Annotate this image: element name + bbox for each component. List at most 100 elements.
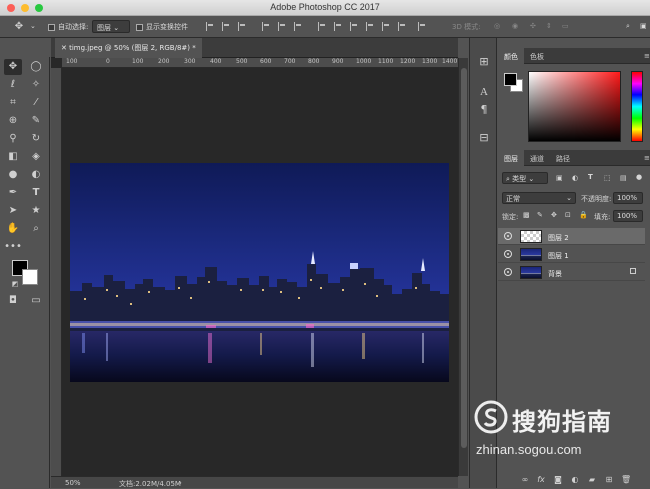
visibility-eye-icon[interactable] bbox=[504, 268, 512, 276]
lock-position-icon[interactable]: ✥ bbox=[551, 211, 557, 219]
ruler-top[interactable]: 100 0 100 200 300 400 500 600 700 800 90… bbox=[62, 58, 458, 68]
paragraph-panel-icon[interactable]: ¶ bbox=[476, 102, 492, 118]
fx-icon[interactable]: fx bbox=[536, 475, 546, 485]
layer-row[interactable]: 图层 2 bbox=[498, 228, 645, 245]
auto-align-icon[interactable] bbox=[418, 22, 426, 31]
filter-pixel-icon[interactable]: ▣ bbox=[556, 174, 563, 182]
3d-rotate-icon[interactable]: ◎ bbox=[494, 22, 500, 30]
magic-wand-icon[interactable]: ✧ bbox=[27, 77, 45, 93]
tab-color[interactable]: 颜色 bbox=[498, 48, 524, 64]
distribute-top-icon[interactable] bbox=[318, 22, 326, 31]
document-tab[interactable]: ✕ timg.jpeg @ 50% (图层 2, RGB/8#) * bbox=[55, 38, 202, 58]
history-brush-icon[interactable]: ↻ bbox=[27, 131, 45, 147]
lock-transparent-icon[interactable]: ▩ bbox=[523, 211, 530, 219]
distribute-hcenter-icon[interactable] bbox=[382, 22, 390, 31]
distribute-vcenter-icon[interactable] bbox=[334, 22, 342, 31]
default-colors-icon[interactable]: ◩ bbox=[6, 276, 24, 292]
auto-select-checkbox[interactable]: 自动选择: bbox=[48, 22, 88, 32]
align-hcenter-icon[interactable] bbox=[278, 22, 286, 31]
show-transform-checkbox[interactable]: 显示变换控件 bbox=[136, 22, 188, 32]
ruler-left[interactable] bbox=[51, 68, 62, 476]
more-icon[interactable]: ••• bbox=[4, 239, 22, 255]
layer-row[interactable]: 图层 1 bbox=[498, 246, 645, 263]
zoom-icon[interactable]: ⌕ bbox=[27, 221, 45, 237]
zoom-level[interactable]: 50% bbox=[65, 479, 81, 487]
panel-foreground-swatch[interactable] bbox=[504, 73, 517, 86]
mask-icon[interactable]: ◙ bbox=[553, 475, 563, 485]
lock-pixels-icon[interactable]: ✎ bbox=[537, 211, 543, 219]
filter-shape-icon[interactable]: ⬚ bbox=[604, 174, 611, 182]
dodge-icon[interactable]: ◐ bbox=[27, 167, 45, 183]
preset-chevron-icon[interactable]: ⌄ bbox=[30, 22, 36, 30]
type-icon[interactable]: T bbox=[27, 185, 45, 201]
distribute-left-icon[interactable] bbox=[366, 22, 374, 31]
trash-icon[interactable]: 🗑 bbox=[621, 475, 631, 485]
search-icon[interactable]: ⌕ bbox=[626, 22, 630, 31]
3d-scale-icon[interactable]: ▭ bbox=[562, 22, 569, 30]
eraser-icon[interactable]: ◧ bbox=[4, 149, 22, 165]
color-picker-field[interactable] bbox=[528, 71, 621, 142]
pen-icon[interactable]: ✒ bbox=[4, 185, 22, 201]
tab-swatches[interactable]: 色板 bbox=[524, 48, 550, 64]
blend-mode-dropdown[interactable]: 正常 ⌄ bbox=[502, 192, 576, 204]
move-tool-preset-icon[interactable]: ✥ bbox=[10, 19, 28, 35]
layer-row[interactable]: 背景 bbox=[498, 264, 645, 281]
distribute-right-icon[interactable] bbox=[398, 22, 406, 31]
align-top-icon[interactable] bbox=[206, 22, 214, 31]
align-bottom-icon[interactable] bbox=[238, 22, 246, 31]
lasso-icon[interactable]: ℓ bbox=[4, 77, 22, 93]
shape-icon[interactable]: ★ bbox=[27, 203, 45, 219]
blur-icon[interactable]: ● bbox=[4, 167, 22, 183]
filter-smart-icon[interactable]: ▤ bbox=[620, 174, 627, 182]
canvas-image[interactable] bbox=[70, 163, 449, 382]
tab-paths[interactable]: 路径 bbox=[550, 150, 576, 166]
healing-icon[interactable]: ⊕ bbox=[4, 113, 22, 129]
layer-name[interactable]: 背景 bbox=[548, 269, 562, 279]
layer-filter-dropdown[interactable]: ⌕ 类型 ⌄ bbox=[502, 172, 548, 184]
fill-input[interactable]: 100% bbox=[613, 210, 643, 222]
panel-menu-icon[interactable]: ≡ bbox=[638, 48, 650, 64]
status-menu-chevron-icon[interactable]: › bbox=[179, 479, 182, 487]
background-color-swatch[interactable] bbox=[22, 269, 38, 285]
screen-mode-icon[interactable]: ▭ bbox=[27, 293, 45, 309]
stamp-icon[interactable]: ⚲ bbox=[4, 131, 22, 147]
character-panel-icon[interactable]: A bbox=[476, 84, 492, 100]
align-right-icon[interactable] bbox=[294, 22, 302, 31]
distribute-bottom-icon[interactable] bbox=[350, 22, 358, 31]
lock-artboard-icon[interactable]: ⊡ bbox=[565, 211, 571, 219]
auto-select-dropdown[interactable]: 图层 ⌄ bbox=[92, 20, 130, 33]
align-left-icon[interactable] bbox=[262, 22, 270, 31]
path-select-icon[interactable]: ➤ bbox=[4, 203, 22, 219]
visibility-eye-icon[interactable] bbox=[504, 232, 512, 240]
hand-icon[interactable]: ✋ bbox=[4, 221, 22, 237]
filter-type-icon[interactable]: T bbox=[588, 173, 593, 181]
marquee-icon[interactable]: ◯ bbox=[27, 59, 45, 75]
layer-name[interactable]: 图层 2 bbox=[548, 233, 569, 243]
layer-name[interactable]: 图层 1 bbox=[548, 251, 569, 261]
history-panel-icon[interactable]: ⊞ bbox=[476, 54, 492, 70]
align-vcenter-icon[interactable] bbox=[222, 22, 230, 31]
link-icon[interactable]: ∞ bbox=[520, 475, 530, 485]
layers-panel-menu-icon[interactable]: ≡ bbox=[638, 150, 650, 166]
3d-drag-icon[interactable]: ✣ bbox=[530, 22, 536, 30]
crop-icon[interactable]: ⌗ bbox=[4, 95, 22, 111]
3d-roll-icon[interactable]: ◉ bbox=[512, 22, 518, 30]
3d-slide-icon[interactable]: ⇕ bbox=[546, 22, 552, 30]
bucket-icon[interactable]: ◈ bbox=[27, 149, 45, 165]
adjustment-icon[interactable]: ◐ bbox=[570, 475, 580, 485]
visibility-eye-icon[interactable] bbox=[504, 250, 512, 258]
new-layer-icon[interactable]: ⊞ bbox=[604, 475, 614, 485]
quick-mask-icon[interactable]: ◘ bbox=[4, 293, 22, 309]
move-icon[interactable]: ✥ bbox=[4, 59, 22, 75]
opacity-input[interactable]: 100% bbox=[613, 192, 643, 204]
filter-adjustment-icon[interactable]: ◐ bbox=[572, 174, 578, 182]
lock-all-icon[interactable]: 🔒 bbox=[579, 211, 588, 219]
brush-icon[interactable]: ✎ bbox=[27, 113, 45, 129]
tab-channels[interactable]: 通道 bbox=[524, 150, 550, 166]
folder-icon[interactable]: ▰ bbox=[587, 475, 597, 485]
filter-toggle-icon[interactable]: ● bbox=[636, 173, 642, 181]
eyedropper-icon[interactable]: ⁄ bbox=[27, 95, 45, 111]
workspace-icon[interactable]: ▣ bbox=[640, 22, 647, 30]
vertical-scrollbar[interactable] bbox=[458, 58, 468, 476]
tab-layers[interactable]: 图层 bbox=[498, 150, 524, 166]
